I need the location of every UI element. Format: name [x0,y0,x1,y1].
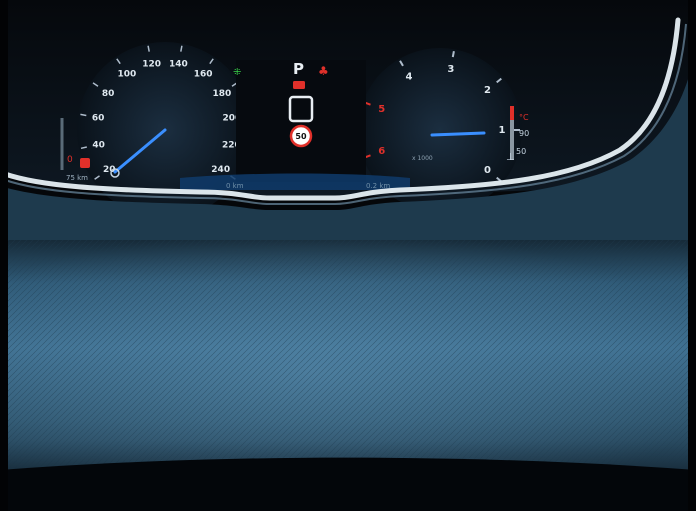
speed-tick-label: 40 [92,141,105,151]
rpm-tick-label: 5 [378,104,385,115]
bottom-edge [0,457,696,511]
rpm-tick-mark [451,51,455,58]
temperature-low: 50 [516,147,526,156]
speed-tick-label: 120 [142,59,161,69]
battery-warning-icon [293,81,305,89]
seatbelt-icon: ♣ [318,64,329,78]
trip-left: 0 km [226,182,244,190]
speed-tick-label: 60 [92,114,105,124]
speed-tick-label: 160 [194,70,213,80]
temperature-unit-icon: °C [519,113,529,122]
rpm-tick-label: 0 [484,165,491,176]
temperature-high: 90 [519,129,529,138]
fuel-warning-value: 0 [67,155,73,165]
dashboard-photo: 20 40 60 80 100 120 140 160 180 200 220 240 0 75 km… [0,0,696,511]
tachometer-needle [430,131,486,137]
fuel-range: 75 km [66,174,88,182]
sidelight-icon: ⁜ [233,67,241,78]
rpm-tick-label: 6 [378,146,385,157]
right-border [688,0,696,511]
rpm-tick-label: 3 [447,64,454,75]
rpm-tick-label: 4 [406,71,413,82]
coolant-icon: ⊥ [506,152,515,163]
speed-tick-label: 140 [169,59,188,69]
speed-tick-label: 80 [102,89,115,99]
speed-tick-label: 180 [213,89,232,99]
left-border [0,0,8,511]
fuel-warning-icon [80,158,90,168]
tachometer-unit: x 1000 [412,155,433,162]
speed-tick-label: 240 [211,165,230,175]
speed-limit-value: 50 [295,132,307,141]
center-display: ⁜ P ♣ 50 [233,60,366,182]
rpm-tick-label: 2 [484,85,491,96]
gear-indicator: P [293,60,304,78]
scene-svg: 20406080100120 140160180200220240 0 75 km… [0,0,696,511]
trip-band: 0 km 0.2 km [180,173,410,190]
rpm-tick-label: 1 [499,125,506,136]
speed-tick-label: 100 [118,70,137,80]
